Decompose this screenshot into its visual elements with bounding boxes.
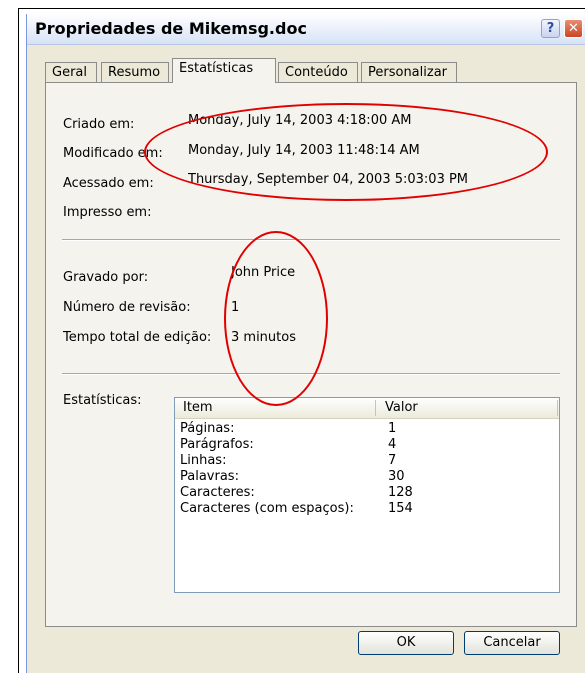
item-value: 1 [388,421,397,436]
help-button[interactable]: ? [541,19,560,38]
item-value: 7 [388,453,397,468]
accessed-value: Thursday, September 04, 2003 5:03:03 PM [188,172,469,187]
saved-by-value: John Price [231,265,296,280]
column-header-item[interactable]: Item [183,400,213,415]
item-name: Linhas: [180,453,227,468]
created-value: Monday, July 14, 2003 4:18:00 AM [188,113,412,128]
created-label: Criado em: [63,117,135,132]
separator-1 [62,239,560,241]
revision-value: 1 [231,300,240,315]
tab-personalizar[interactable]: Personalizar [361,62,457,82]
separator-2 [62,373,560,375]
statistics-list[interactable]: Item Valor Páginas: 1 Parágrafos: 4 Linh… [174,397,560,593]
revision-label: Número de revisão: [63,300,191,315]
title-bar[interactable]: Propriedades de Mikemsg.doc ? ✕ [27,14,585,45]
modified-label: Modificado em: [63,146,163,161]
ok-button[interactable]: OK [358,631,454,655]
item-name: Caracteres: [180,485,255,500]
column-header-value[interactable]: Valor [385,400,418,415]
item-name: Caracteres (com espaços): [180,501,354,516]
column-divider[interactable] [557,400,558,416]
item-name: Páginas: [180,421,235,436]
item-value: 128 [388,485,413,500]
tab-resumo[interactable]: Resumo [101,62,169,82]
cancel-button[interactable]: Cancelar [464,631,560,655]
annotation-ellipse-info [224,231,328,406]
window-title: Propriedades de Mikemsg.doc [35,19,307,38]
statistics-panel: Criado em: Monday, July 14, 2003 4:18:00… [45,82,577,627]
item-name: Palavras: [180,469,239,484]
printed-label: Impresso em: [63,205,152,220]
edit-time-label: Tempo total de edição: [63,330,212,345]
properties-dialog: Propriedades de Mikemsg.doc ? ✕ Geral Re… [26,14,585,673]
item-name: Parágrafos: [180,437,254,452]
edit-time-value: 3 minutos [231,330,296,345]
tab-conteudo[interactable]: Conteúdo [278,62,358,82]
tab-estatisticas[interactable]: Estatísticas [172,58,276,83]
tab-geral[interactable]: Geral [45,62,97,82]
accessed-label: Acessado em: [63,176,154,191]
list-header: Item Valor [175,398,559,419]
item-value: 154 [388,501,413,516]
column-divider[interactable] [375,400,376,416]
statistics-label: Estatísticas: [63,393,142,408]
close-button[interactable]: ✕ [564,19,583,38]
saved-by-label: Gravado por: [63,270,149,285]
item-value: 30 [388,469,405,484]
modified-value: Monday, July 14, 2003 11:48:14 AM [188,143,420,158]
item-value: 4 [388,437,397,452]
